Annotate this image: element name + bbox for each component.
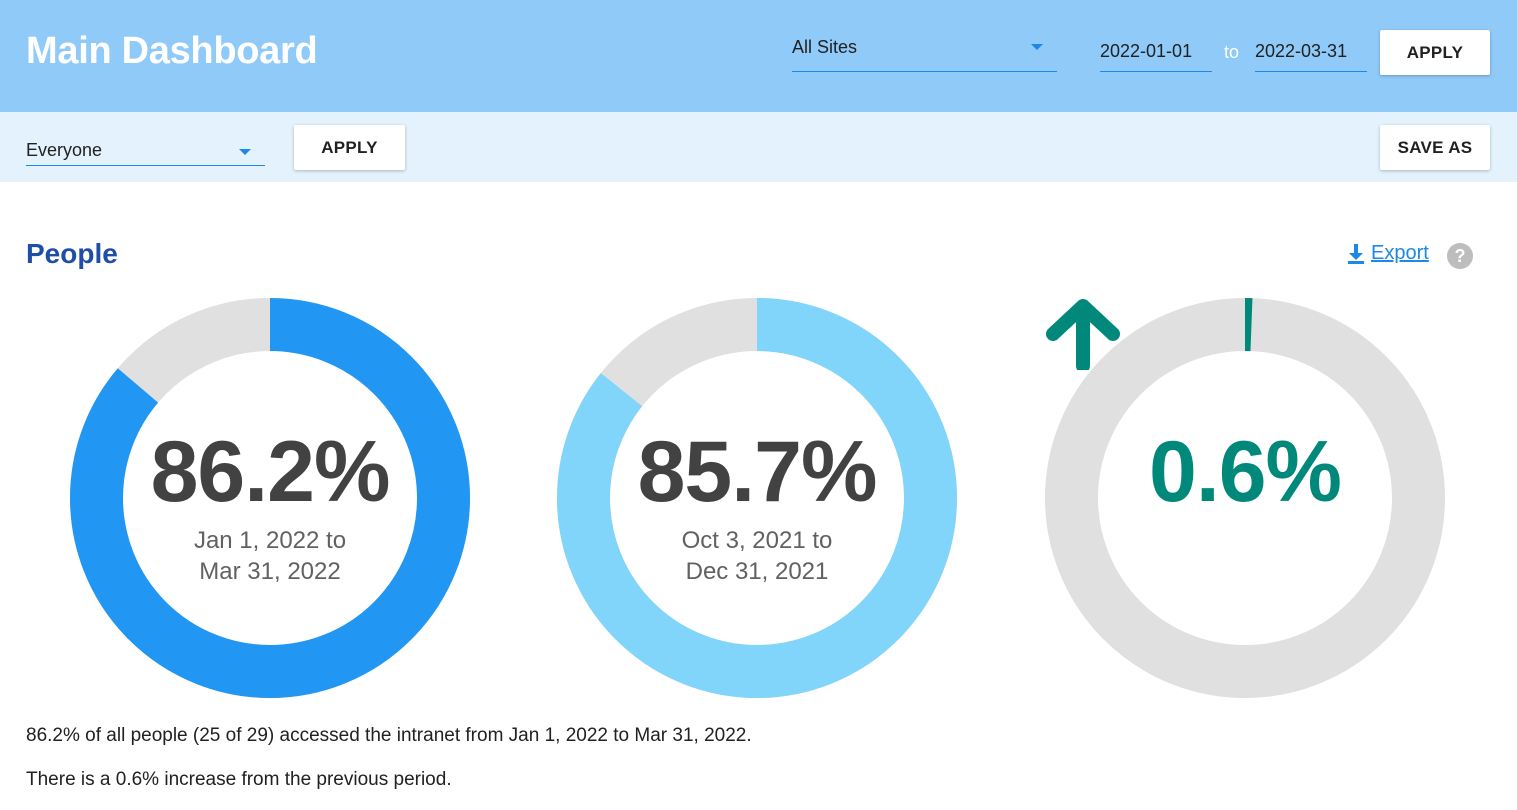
current-percentage: 86.2% [150, 424, 391, 520]
download-icon [1348, 243, 1364, 264]
apply-audience-button[interactable]: APPLY [294, 125, 405, 170]
help-icon[interactable]: ? [1447, 243, 1473, 269]
current-range-start: Jan 1, 2022 to [193, 527, 347, 554]
export-link[interactable]: Export [1347, 242, 1429, 265]
date-from-input[interactable]: 2022-01-01 [1100, 32, 1212, 72]
site-select[interactable]: All Sites [792, 30, 1057, 72]
change-summary-text: There is a 0.6% increase from the previo… [26, 769, 452, 790]
save-as-button[interactable]: SAVE AS [1380, 125, 1490, 170]
date-to-input[interactable]: 2022-03-31 [1255, 32, 1367, 72]
site-select-value: All Sites [792, 37, 858, 57]
previous-range-end: Dec 31, 2021 [685, 558, 829, 585]
change-donut: 0.6% [1045, 298, 1445, 698]
current-range-end: Mar 31, 2022 [199, 558, 341, 585]
summary-text: 86.2% of all people (25 of 29) accessed … [26, 725, 752, 746]
previous-range-start: Oct 3, 2021 to [681, 527, 833, 554]
export-label: Export [1371, 242, 1429, 264]
audience-select-value: Everyone [26, 140, 103, 160]
change-percentage: 0.6% [1148, 424, 1342, 520]
current-period-donut: 86.2% Jan 1, 2022 to Mar 31, 2022 [70, 298, 470, 698]
chevron-down-icon [1031, 44, 1043, 50]
page-title: Main Dashboard [26, 30, 318, 72]
date-range-separator: to [1224, 42, 1240, 62]
audience-select[interactable]: Everyone [26, 138, 265, 166]
apply-date-button[interactable]: APPLY [1380, 30, 1490, 75]
chevron-down-icon [239, 149, 251, 155]
previous-percentage: 85.7% [637, 424, 878, 520]
previous-period-donut: 85.7% Oct 3, 2021 to Dec 31, 2021 [557, 298, 957, 698]
arrow-up-icon [1046, 299, 1120, 370]
section-title: People [26, 238, 118, 269]
